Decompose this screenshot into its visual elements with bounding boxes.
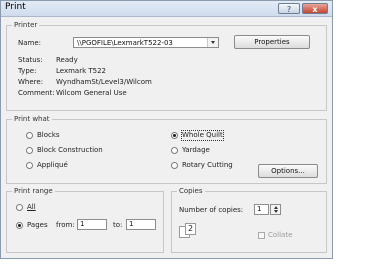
print-what-group-label: Print what	[12, 114, 52, 124]
radio-rotary-cutting[interactable]	[171, 162, 178, 169]
collate-checkbox[interactable]	[258, 232, 265, 239]
type-value: Lexmark T522	[56, 67, 107, 75]
applique-label: Appliqué	[37, 161, 68, 169]
radio-applique[interactable]	[26, 162, 33, 169]
where-label: Where:	[18, 78, 44, 86]
to-label: to:	[113, 221, 123, 229]
comment-label: Comment:	[18, 89, 55, 97]
help-button[interactable]: ?	[278, 3, 300, 14]
comment-value: Wilcom General Use	[56, 89, 127, 97]
where-value: WyndhamSt/Level3/Wilcom	[56, 78, 152, 86]
block-construction-label: Block Construction	[37, 146, 103, 154]
properties-button[interactable]: Properties	[234, 35, 310, 49]
help-icon: ?	[286, 5, 292, 14]
from-label: from:	[56, 221, 75, 229]
radio-blocks[interactable]	[26, 132, 33, 139]
printer-name-select[interactable]: \\PGOFILE\LexmarkT522-03	[73, 37, 219, 48]
copies-spinner[interactable]	[270, 204, 281, 215]
collate-icon: 2	[179, 223, 201, 239]
radio-pages[interactable]	[16, 222, 23, 229]
from-page-input[interactable]: 1	[77, 219, 107, 230]
radio-whole-quilt[interactable]	[171, 132, 178, 139]
radio-all[interactable]	[16, 204, 23, 211]
whole-quilt-label: Whole Quilt	[181, 130, 224, 141]
print-dialog: Print ? x Printer Name: \\PGOFILE\Lexmar…	[0, 0, 333, 259]
close-button[interactable]: x	[302, 3, 328, 14]
copies-group-label: Copies	[177, 186, 205, 196]
collate-label: Collate	[268, 231, 293, 239]
blocks-label: Blocks	[37, 131, 60, 139]
radio-yardage[interactable]	[171, 147, 178, 154]
printer-group-label: Printer	[12, 20, 40, 30]
copies-group: Copies	[171, 186, 327, 253]
collate-page-number: 2	[185, 223, 196, 235]
title-bar: Print ? x	[1, 1, 332, 17]
name-label: Name:	[18, 39, 42, 47]
rotary-cutting-label: Rotary Cutting	[182, 161, 233, 169]
close-icon: x	[312, 5, 318, 14]
status-label: Status:	[18, 56, 43, 64]
copies-input[interactable]: 1	[254, 204, 269, 215]
status-value: Ready	[56, 56, 78, 64]
radio-block-construction[interactable]	[26, 147, 33, 154]
options-button[interactable]: Options...	[258, 164, 318, 178]
yardage-label: Yardage	[182, 146, 210, 154]
number-of-copies-label: Number of copies:	[179, 206, 244, 214]
pages-label: Pages	[27, 221, 48, 229]
to-page-input[interactable]: 1	[126, 219, 156, 230]
all-label: All	[27, 203, 36, 211]
type-label: Type:	[18, 67, 37, 75]
dialog-title: Print	[5, 2, 26, 12]
chevron-down-icon	[207, 38, 218, 47]
print-range-group-label: Print range	[12, 186, 55, 196]
printer-name-value: \\PGOFILE\LexmarkT522-03	[77, 39, 173, 47]
